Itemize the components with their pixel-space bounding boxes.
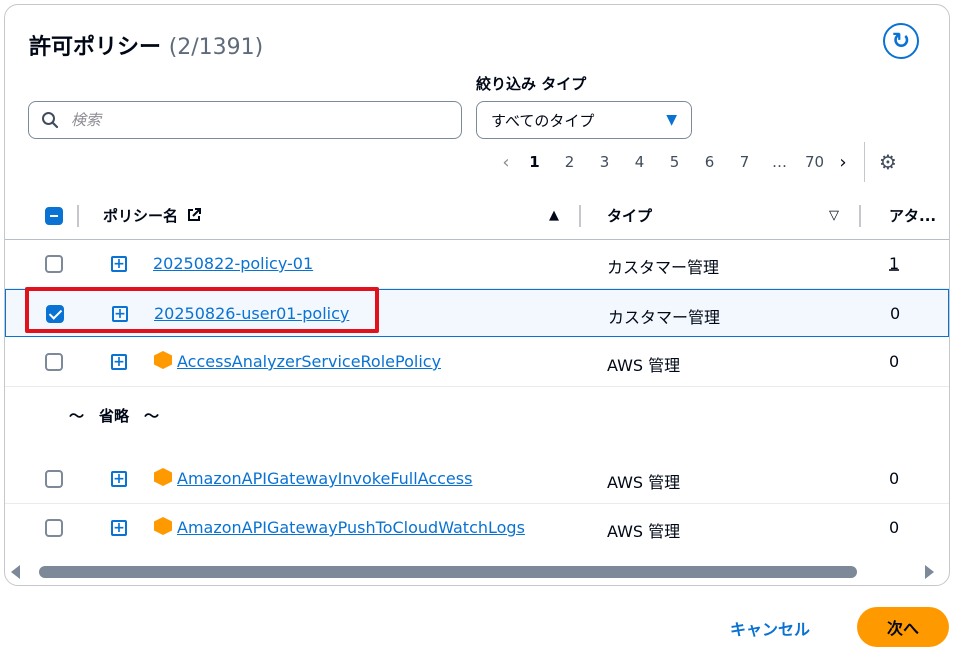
page-2-button[interactable]: 2 [552, 153, 587, 171]
attached-entities-count: 0 [889, 518, 900, 537]
row-checkbox[interactable] [45, 470, 63, 488]
type-filter-value: すべてのタイプ [491, 111, 595, 130]
external-link-icon [188, 208, 202, 221]
column-header-type[interactable]: タイプ [607, 205, 652, 226]
search-input[interactable] [69, 110, 433, 130]
cancel-button[interactable]: キャンセル [722, 612, 818, 644]
column-header-policy-name[interactable]: ポリシー名 [103, 205, 202, 226]
table-header: ポリシー名 ▲ タイプ ▽ アタ... [5, 193, 949, 240]
expand-icon[interactable]: + [111, 520, 127, 536]
attached-entities-count: 0 [889, 469, 900, 488]
policy-name-link[interactable]: 20250822-policy-01 [153, 254, 313, 273]
page-ellipsis: … [772, 153, 787, 171]
selection-highlight-annotation [25, 287, 379, 333]
table-row[interactable]: + 20250822-policy-01 カスタマー管理 1 [5, 240, 949, 289]
column-divider [579, 205, 581, 227]
page-3-button[interactable]: 3 [587, 153, 622, 171]
expand-icon[interactable]: + [111, 256, 127, 272]
title-text: 許可ポリシー [29, 35, 162, 60]
expand-icon[interactable]: + [111, 471, 127, 487]
column-divider [859, 205, 861, 227]
expand-icon[interactable]: + [111, 354, 127, 370]
policy-type: AWS 管理 [607, 356, 681, 375]
scrollbar-thumb[interactable] [39, 566, 857, 578]
table-row[interactable]: + AccessAnalyzerServiceRolePolicy AWS 管理… [5, 338, 949, 387]
next-button[interactable]: 次へ [857, 607, 949, 647]
omitted-rows-note: ～ 省略 ～ [5, 391, 949, 455]
policy-type: カスタマー管理 [608, 308, 721, 327]
sort-ascending-icon[interactable]: ▲ [549, 208, 559, 223]
attached-entities-count[interactable]: 1 [889, 254, 899, 273]
row-checkbox[interactable] [45, 519, 63, 537]
table-row[interactable]: + AmazonAPIGatewayPushToCloudWatchLogs A… [5, 504, 949, 552]
type-filter-label: 絞り込み タイプ [476, 75, 587, 93]
page-70-button[interactable]: 70 [797, 153, 832, 171]
page-5-button[interactable]: 5 [657, 153, 692, 171]
refresh-button[interactable]: ↻ [883, 23, 919, 59]
gear-icon[interactable]: ⚙ [879, 150, 897, 174]
pagination: ‹ 1 2 3 4 5 6 7 … 70 › ⚙ [495, 142, 897, 182]
column-divider [77, 205, 79, 227]
caret-down-icon: ▼ [666, 112, 677, 128]
search-field[interactable] [28, 101, 462, 139]
row-checkbox[interactable] [45, 353, 63, 371]
policy-name-header-label: ポリシー名 [103, 207, 179, 225]
policy-name-link[interactable]: AmazonAPIGatewayPushToCloudWatchLogs [177, 518, 525, 537]
policy-type: AWS 管理 [607, 473, 681, 492]
aws-managed-icon [154, 517, 172, 535]
column-header-attached[interactable]: アタ... [889, 205, 936, 226]
policy-name-link[interactable]: AmazonAPIGatewayInvokeFullAccess [177, 469, 472, 488]
row-checkbox[interactable] [45, 255, 63, 273]
aws-managed-icon [154, 351, 172, 369]
type-filter-select[interactable]: すべてのタイプ ▼ [476, 101, 692, 139]
scroll-right-arrow-icon[interactable] [925, 565, 934, 579]
scroll-left-arrow-icon[interactable] [11, 565, 20, 579]
page-7-button[interactable]: 7 [727, 153, 762, 171]
sort-toggle-icon[interactable]: ▽ [829, 208, 839, 223]
page-4-button[interactable]: 4 [622, 153, 657, 171]
select-all-checkbox[interactable] [45, 207, 63, 225]
aws-managed-icon [154, 468, 172, 486]
policy-type: カスタマー管理 [607, 258, 720, 277]
policy-type: AWS 管理 [607, 522, 681, 541]
omitted-text: ～ 省略 ～ [69, 407, 160, 425]
attached-entities-count: 0 [890, 304, 901, 323]
previous-page-button[interactable]: ‹ [495, 152, 517, 173]
page-title: 許可ポリシー (2/1391) [29, 29, 263, 61]
search-icon [42, 112, 59, 129]
pagination-divider [864, 142, 865, 182]
selection-count: (2/1391) [168, 35, 264, 60]
next-page-button[interactable]: › [832, 152, 854, 173]
refresh-icon: ↻ [891, 28, 911, 54]
attached-entities-count: 0 [889, 352, 900, 371]
horizontal-scrollbar[interactable] [5, 561, 949, 583]
policy-name-link[interactable]: AccessAnalyzerServiceRolePolicy [177, 352, 441, 371]
page-1-button[interactable]: 1 [517, 153, 552, 171]
table-row[interactable]: + AmazonAPIGatewayInvokeFullAccess AWS 管… [5, 455, 949, 504]
page-6-button[interactable]: 6 [692, 153, 727, 171]
